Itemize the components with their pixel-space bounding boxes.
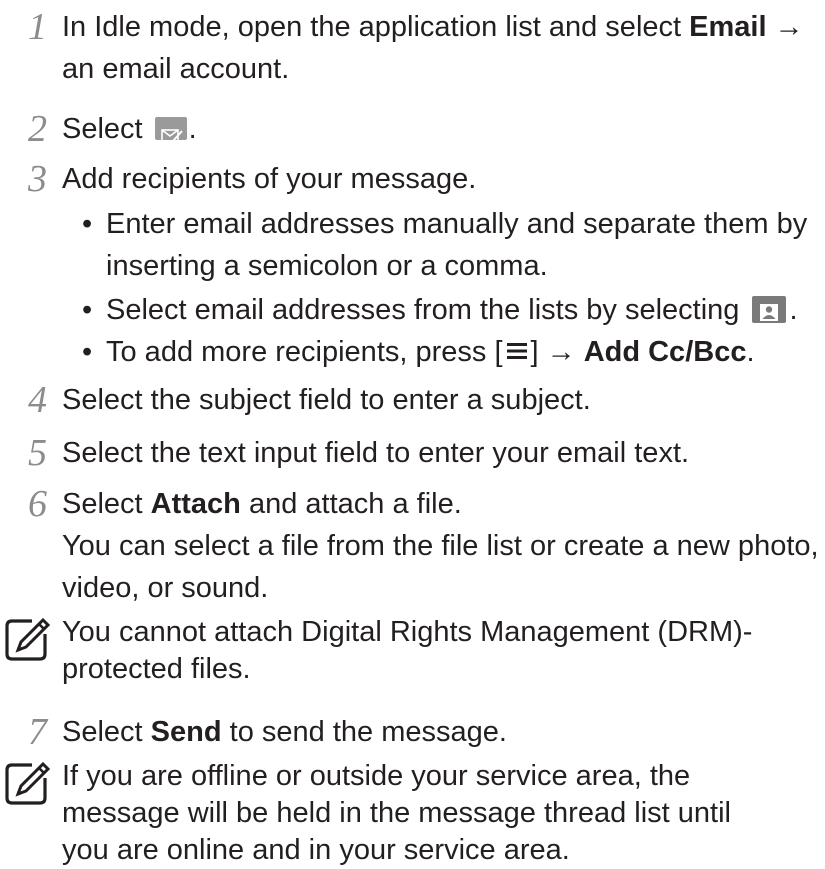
bullet-text-part: To add more recipients, press [ xyxy=(106,336,503,368)
step-text-part: In Idle mode, open the application list … xyxy=(62,11,690,43)
step-text-part: → xyxy=(766,11,804,43)
bullet-dot: • xyxy=(82,336,93,368)
step-number: 2 xyxy=(28,108,47,150)
menu-key-icon xyxy=(506,343,527,360)
step-number: 7 xyxy=(28,711,47,753)
note-text: You cannot attach Digital Rights Managem… xyxy=(62,614,822,688)
note-text-part: you are online and in your service area. xyxy=(62,834,570,866)
bullet-dot: • xyxy=(82,294,93,326)
ui-label-add-cc-bcc: Add Cc/Bcc xyxy=(583,336,747,368)
step-text: Select . xyxy=(62,108,822,150)
step-number: 6 xyxy=(28,483,47,525)
step-text: Add recipients of your message. xyxy=(62,163,477,195)
step-number: 4 xyxy=(28,379,47,421)
step-number: 3 xyxy=(28,158,47,200)
step-text-part: Select xyxy=(62,716,151,748)
bullet-text-part: ] → xyxy=(530,336,584,368)
step-text: In Idle mode, open the application list … xyxy=(62,6,822,90)
step-number: 5 xyxy=(28,432,47,474)
compose-email-icon xyxy=(154,116,187,142)
bullet-text: To add more recipients, press [ ] → Add C… xyxy=(106,331,822,373)
step-text-part: Select xyxy=(62,113,151,145)
note-text-part: message will be held in the message thre… xyxy=(62,797,731,829)
bullet-text-part: Select email addresses from the lists by… xyxy=(106,294,748,326)
bullet-text-part: Enter email addresses manually and separ… xyxy=(106,208,808,240)
manual-page: 1 In Idle mode, open the application lis… xyxy=(0,0,825,866)
step-text-part: Select xyxy=(62,488,151,520)
bullet-text: Enter email addresses manually and separ… xyxy=(106,203,822,287)
note-pencil-icon xyxy=(5,617,50,661)
bullet-text: Select email addresses from the lists by… xyxy=(106,289,822,331)
step-text-part: You can select a file from the file list… xyxy=(62,530,819,562)
bullet-text-part: . xyxy=(746,336,755,368)
ui-label-send: Send xyxy=(150,716,222,748)
step-text-part: an email account. xyxy=(62,53,290,85)
step-text-part: . xyxy=(188,113,197,145)
step-text-part: and attach a file. xyxy=(240,488,462,520)
step-text-part: video, or sound. xyxy=(62,572,269,604)
bullet-text-part: inserting a semicolon or a comma. xyxy=(106,250,548,282)
step-text: Select the text input field to enter you… xyxy=(62,437,690,469)
ui-label-email: Email xyxy=(689,11,767,43)
step-text: Select Send to send the message. xyxy=(62,711,822,753)
step-number: 1 xyxy=(28,6,47,48)
ui-label-attach: Attach xyxy=(150,488,241,520)
step-text: Select the subject field to enter a subj… xyxy=(62,384,591,416)
contact-icon xyxy=(751,295,786,323)
step-text-part: to send the message. xyxy=(221,716,507,748)
note-pencil-icon xyxy=(5,761,50,805)
bullet-text-part: . xyxy=(789,294,798,326)
note-text-part: You cannot attach Digital Rights Managem… xyxy=(62,616,753,648)
note-text-part: protected files. xyxy=(62,653,251,685)
bullet-dot: • xyxy=(82,208,93,240)
note-text-part: If you are offline or outside your servi… xyxy=(62,760,691,792)
step-text: Select Attach and attach a file. You can… xyxy=(62,483,822,609)
note-text: If you are offline or outside your servi… xyxy=(62,758,822,869)
